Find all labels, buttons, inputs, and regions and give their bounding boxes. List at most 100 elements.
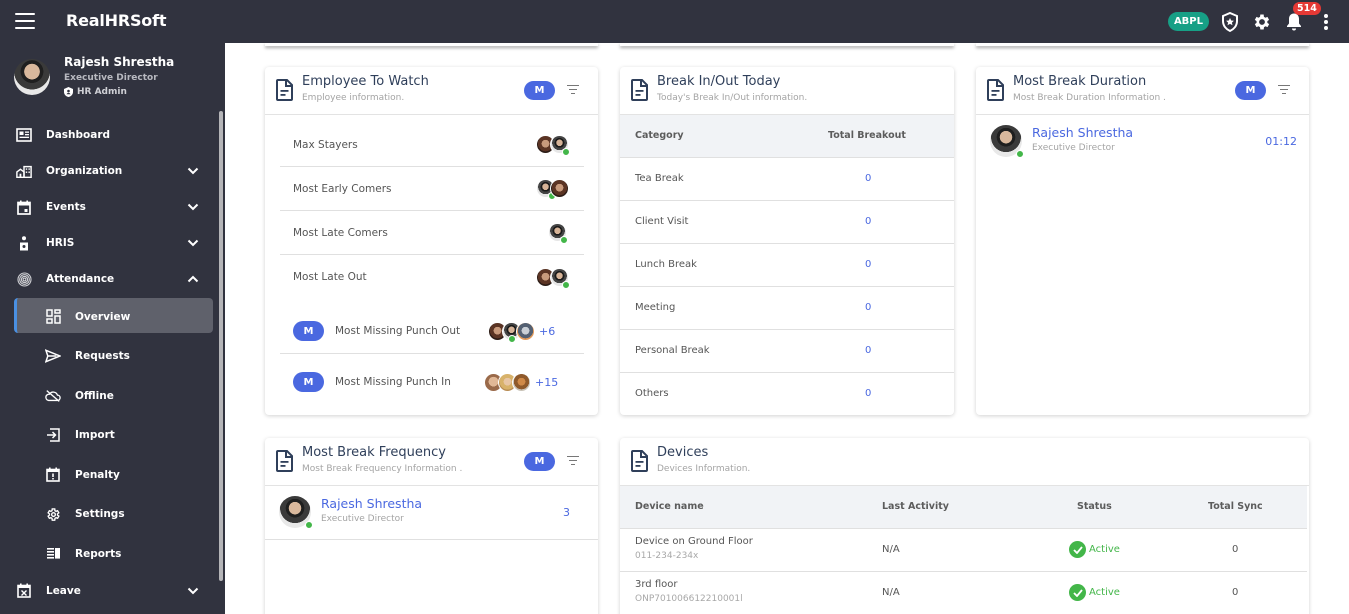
total-cell[interactable]: 0 — [865, 302, 871, 313]
device-id: 011-234-234x — [635, 551, 699, 561]
employee-to-watch-card: Employee To Watch Employee information. … — [265, 67, 598, 415]
column-header[interactable]: Status — [1077, 501, 1112, 512]
list-item[interactable]: Max Stayers — [280, 123, 584, 167]
row-label: Most Missing Punch Out — [335, 325, 461, 337]
more-vertical-icon[interactable] — [1315, 11, 1337, 33]
online-status-dot — [562, 148, 570, 156]
sidebar-scrollbar[interactable] — [219, 111, 223, 581]
list-item[interactable]: Most Early Comers — [280, 167, 584, 211]
row-label: Most Missing Punch In — [335, 376, 451, 388]
check-circle-icon — [1069, 584, 1086, 601]
total-cell[interactable]: 0 — [865, 388, 871, 399]
column-header[interactable]: Last Activity — [882, 501, 949, 512]
filter-icon[interactable] — [567, 85, 579, 95]
avatar[interactable] — [550, 135, 570, 156]
total-cell[interactable]: 0 — [865, 216, 871, 227]
sidebar-item-reports[interactable]: Reports — [0, 534, 218, 574]
app-title: RealHRSoft — [66, 11, 167, 30]
penalty-icon — [45, 467, 61, 483]
column-header[interactable]: Total Sync — [1208, 501, 1263, 512]
check-circle-icon — [1069, 541, 1086, 558]
sidebar-item-settings[interactable]: Settings — [0, 495, 218, 535]
avatar[interactable] — [279, 496, 313, 529]
list-item[interactable]: Most Late Comers — [280, 211, 584, 255]
user-profile[interactable]: Rajesh Shrestha Executive Director HR Ad… — [14, 55, 214, 115]
month-toggle-button[interactable]: M — [293, 372, 324, 392]
sidebar-item-attendance[interactable]: Attendance — [0, 261, 218, 297]
chevron-up-icon[interactable] — [186, 272, 200, 286]
card-header: Most Break Duration Most Break Duration … — [976, 67, 1309, 115]
filter-icon[interactable] — [1278, 85, 1290, 95]
frequency-value: 3 — [563, 506, 570, 519]
notification-bell-icon[interactable]: 514 — [1283, 1, 1321, 33]
list-item[interactable]: Most Late Out — [280, 255, 584, 299]
sidebar-item-leave[interactable]: Leave — [0, 574, 218, 608]
month-toggle-button[interactable]: M — [293, 321, 324, 341]
month-toggle-button[interactable]: M — [1235, 81, 1266, 100]
chevron-down-icon[interactable] — [186, 236, 200, 250]
gear-icon[interactable] — [1251, 11, 1273, 33]
list-item[interactable]: M Most Missing Punch Out +6 — [280, 309, 584, 354]
sidebar-item-label: Organization — [46, 165, 123, 177]
cloud-off-icon — [45, 388, 61, 404]
row-label: Most Early Comers — [293, 182, 392, 195]
sidebar-item-organization[interactable]: Organization — [0, 153, 218, 189]
column-header[interactable]: Category — [635, 130, 684, 141]
profile-access: HR Admin — [77, 87, 127, 97]
month-toggle-button[interactable]: M — [524, 81, 555, 100]
most-break-frequency-card: Most Break Frequency Most Break Frequenc… — [265, 438, 598, 614]
employee-name-link[interactable]: Rajesh Shrestha — [321, 496, 422, 511]
chevron-down-icon[interactable] — [186, 200, 200, 214]
employee-name-link[interactable]: Rajesh Shrestha — [1032, 125, 1133, 140]
sidebar-item-hris[interactable]: HRIS — [0, 225, 218, 261]
card-title: Most Break Duration — [1013, 74, 1147, 89]
more-count-link[interactable]: +15 — [535, 376, 558, 389]
card-subtitle: Today's Break In/Out information. — [657, 93, 808, 103]
total-cell[interactable]: 0 — [865, 345, 871, 356]
import-icon — [45, 427, 61, 443]
document-icon — [276, 450, 293, 472]
table-row: Personal Break 0 — [620, 330, 954, 373]
card-header: Break In/Out Today Today's Break In/Out … — [620, 67, 954, 115]
status-badge: Active — [1069, 541, 1120, 558]
chevron-down-icon[interactable] — [186, 164, 200, 178]
more-count-link[interactable]: +6 — [539, 325, 555, 338]
device-name: Device on Ground Floor — [635, 536, 753, 547]
table-row: 3rd floor ONP701006612210001l N/A Active… — [620, 572, 1307, 614]
sidebar-item-label: Dashboard — [46, 129, 111, 141]
status-text: Active — [1089, 587, 1120, 598]
table-row: Client Visit 0 — [620, 201, 954, 244]
avatar[interactable] — [550, 179, 569, 198]
sidebar-item-overview[interactable]: Overview — [0, 297, 218, 337]
total-cell[interactable]: 0 — [865, 173, 871, 184]
chevron-down-icon[interactable] — [186, 584, 200, 598]
sidebar-item-dashboard[interactable]: Dashboard — [0, 117, 218, 153]
column-header[interactable]: Total Breakout — [828, 130, 906, 141]
shield-star-icon[interactable] — [1219, 11, 1241, 33]
total-cell[interactable]: 0 — [865, 259, 871, 270]
table-header: Category Total Breakout — [620, 115, 954, 158]
month-toggle-button[interactable]: M — [524, 452, 555, 471]
avatar[interactable] — [512, 372, 531, 392]
avatar[interactable] — [990, 125, 1024, 158]
sidebar-item-penalty[interactable]: Penalty — [0, 455, 218, 495]
sidebar-nav: Dashboard Organization Events HRIS Atten… — [0, 117, 218, 608]
sidebar-item-offline[interactable]: Offline — [0, 376, 218, 416]
sidebar-item-requests[interactable]: Requests — [0, 337, 218, 377]
avatar[interactable] — [548, 223, 568, 244]
online-status-dot — [1016, 150, 1024, 158]
leave-calendar-icon — [16, 583, 32, 599]
admin-shield-icon — [64, 87, 73, 97]
avatar[interactable] — [516, 321, 535, 341]
list-item[interactable]: M Most Missing Punch In +15 — [280, 359, 584, 405]
column-header[interactable]: Device name — [635, 501, 704, 512]
menu-icon[interactable] — [15, 13, 35, 29]
device-id: ONP701006612210001l — [635, 594, 743, 604]
company-badge[interactable]: ABPL — [1167, 12, 1209, 31]
sidebar-item-import[interactable]: Import — [0, 416, 218, 456]
document-icon — [631, 450, 648, 472]
category-cell: Tea Break — [635, 173, 684, 184]
filter-icon[interactable] — [567, 456, 579, 466]
sidebar-item-events[interactable]: Events — [0, 189, 218, 225]
avatar[interactable] — [550, 267, 570, 289]
